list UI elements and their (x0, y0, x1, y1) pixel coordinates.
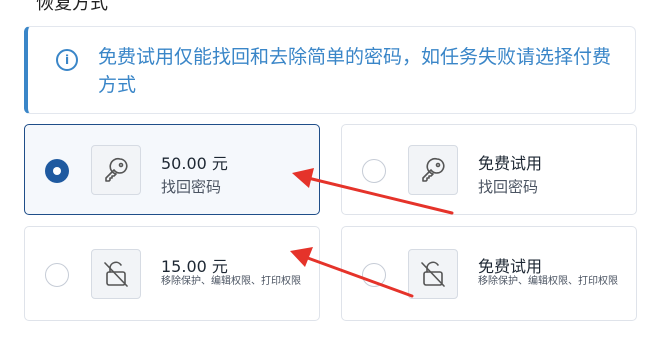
unlock-icon (91, 249, 141, 299)
option-price: 免费试用 (478, 257, 543, 276)
radio-button[interactable] (362, 263, 386, 287)
option-card-free-recover[interactable]: 免费试用 找回密码 (341, 124, 637, 215)
option-card-paid-remove[interactable]: 15.00 元 移除保护、编辑权限、打印权限 (24, 226, 320, 321)
unlock-icon (408, 249, 458, 299)
option-description: 移除保护、编辑权限、打印权限 (478, 276, 618, 287)
notice-text: 免费试用仅能找回和去除简单的密码，如任务失败请选择付费方式 (98, 46, 612, 96)
option-description: 找回密码 (161, 178, 222, 196)
option-description: 找回密码 (478, 178, 539, 196)
key-icon (408, 145, 458, 195)
option-card-paid-recover[interactable]: 50.00 元 找回密码 (24, 124, 320, 215)
section-title: 恢复方式 (36, 0, 108, 14)
radio-button[interactable] (362, 159, 386, 183)
key-icon (91, 145, 141, 195)
option-card-free-remove[interactable]: 免费试用 移除保护、编辑权限、打印权限 (341, 226, 637, 321)
option-price: 50.00 元 (161, 154, 228, 173)
radio-button[interactable] (45, 263, 69, 287)
option-price: 15.00 元 (161, 257, 228, 276)
option-price: 免费试用 (478, 154, 543, 173)
info-icon: i (56, 49, 78, 71)
option-description: 移除保护、编辑权限、打印权限 (161, 276, 301, 287)
radio-button-selected[interactable] (45, 159, 69, 183)
info-notice: i 免费试用仅能找回和去除简单的密码，如任务失败请选择付费方式 (24, 26, 636, 114)
